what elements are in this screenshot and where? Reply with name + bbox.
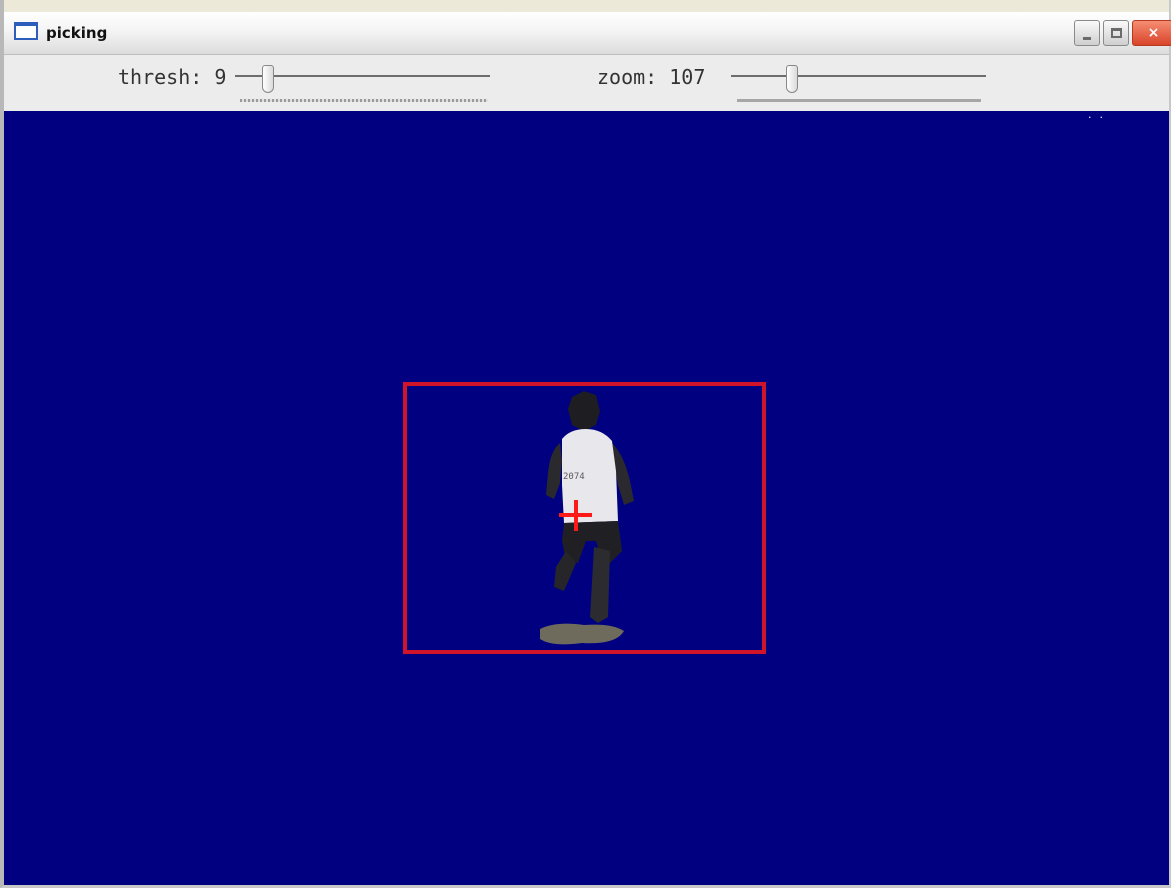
- zoom-label-text: zoom:: [597, 65, 658, 89]
- trackbar-panel: thresh: 9 zoom: 107: [4, 55, 1169, 111]
- zoom-label: zoom: 107: [597, 65, 705, 89]
- minimize-button[interactable]: [1074, 20, 1100, 46]
- bib-number: 2074: [563, 472, 585, 482]
- thresh-slider-thumb[interactable]: [262, 65, 274, 93]
- zoom-slider-track[interactable]: [731, 75, 986, 77]
- maximize-icon: [1110, 28, 1122, 38]
- thresh-label: thresh: 9: [118, 65, 226, 89]
- picking-window: picking × thresh: 9 zoom: 107 ·· 2074: [0, 0, 1171, 888]
- minimize-icon: [1083, 36, 1091, 40]
- zoom-slider-thumb[interactable]: [786, 65, 798, 93]
- thresh-value: 9: [214, 65, 227, 89]
- image-canvas[interactable]: ·· 2074: [4, 111, 1169, 885]
- thresh-slider-groove: [240, 99, 488, 102]
- window-title: picking: [46, 24, 108, 42]
- close-button[interactable]: ×: [1132, 20, 1171, 46]
- zoom-value: 107: [669, 65, 706, 89]
- zoom-slider-groove: [737, 99, 981, 102]
- window-icon: [14, 22, 38, 40]
- crosshair-icon: [559, 500, 592, 531]
- maximize-button[interactable]: [1103, 20, 1129, 46]
- crosshair-vertical: [574, 500, 578, 531]
- canvas-corner-dots: ··: [1088, 111, 1111, 124]
- thresh-label-text: thresh:: [118, 65, 203, 89]
- close-icon: ×: [1147, 25, 1160, 41]
- title-bar[interactable]: picking ×: [4, 12, 1171, 55]
